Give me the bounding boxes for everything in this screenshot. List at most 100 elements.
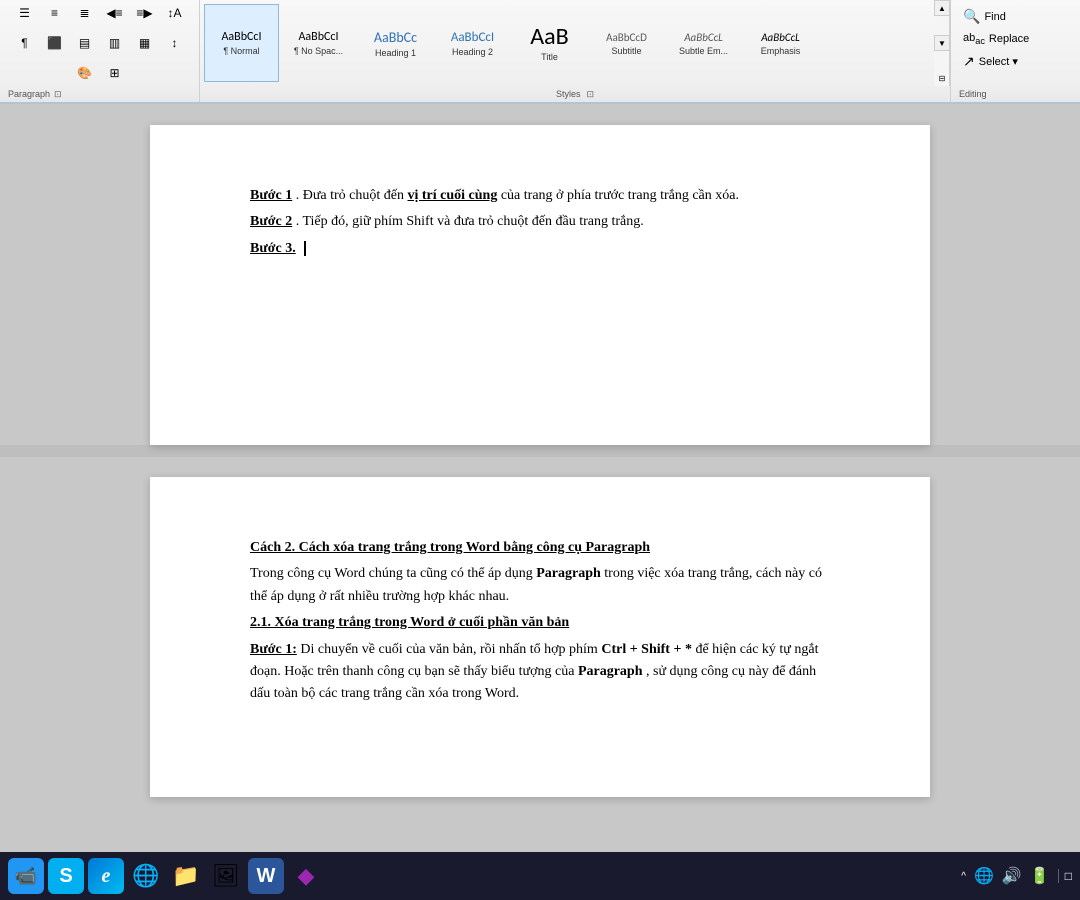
taskbar-explorer[interactable]: 📁 [168,858,204,894]
styles-label: Styles [556,89,581,99]
s21-paragraph-bold: Paragraph [578,664,643,679]
buoc2-text: . Tiếp đó, giữ phím Shift và đưa trỏ chu… [296,214,644,229]
cach2-bold: Cách 2. Cách xóa trang trắng trong Word … [250,540,650,555]
list-multilevel-icon[interactable]: ≣ [71,0,99,27]
style-nospace[interactable]: AaBbCcI ¶ No Spac... [281,4,356,82]
style-h1-label: Heading 1 [375,48,416,58]
style-normal[interactable]: AaBbCcI ¶ Normal [204,4,279,82]
buoc3-underline: Bước 3. [250,241,296,256]
style-h1-preview: AaBbCc [374,29,417,46]
paragraph-icons: ☰ ≡ ≣ ◀≡ ≡▶ ↕A ¶ ⬛ ▤ ▥ ▦ ↕ 🎨 ⊞ [4,0,195,87]
find-icon: 🔍 [963,8,980,25]
scroll-down-button[interactable]: ▼ [934,35,950,51]
style-nospace-label: ¶ No Spac... [294,46,343,56]
network-icon[interactable]: 🌐 [974,866,994,886]
desc-text1: Trong công cụ Word chúng ta cũng có thể … [250,566,536,581]
taskbar-skype[interactable]: S [48,858,84,894]
find-button[interactable]: 🔍 Find [959,6,1072,27]
edge-icon: e [102,865,111,888]
buoc1-text2: của trang ở phía trước trang trắng cần x… [501,188,739,203]
indent-decrease-icon[interactable]: ◀≡ [101,0,129,27]
scroll-up-button[interactable]: ▲ [934,0,950,16]
taskbar-photos[interactable]: 🖼 [208,858,244,894]
align-justify-icon[interactable]: ▦ [131,29,159,57]
shading-icon[interactable]: 🎨 [71,59,99,87]
taskbar-app8[interactable]: ◆ [288,858,324,894]
paragraph-label: Paragraph [8,89,50,99]
buoc2-underline: Bước 2 [250,214,292,229]
indent-increase-icon[interactable]: ≡▶ [131,0,159,27]
word-icon: W [257,865,276,888]
taskbar-word[interactable]: W [248,858,284,894]
select-label: Select ▾ [979,55,1018,68]
page-gap [0,445,1080,457]
paragraph-cach2: Cách 2. Cách xóa trang trắng trong Word … [250,537,830,559]
page-1: Bước 1 . Đưa trỏ chuột đến vị trí cuối c… [150,125,930,445]
style-title[interactable]: AaB Title [512,4,587,82]
sort-icon[interactable]: ↕A [161,0,189,27]
list-numbered-icon[interactable]: ≡ [41,0,69,27]
show-desktop-button[interactable]: □ [1058,869,1072,883]
style-subtle-em-preview: AaBbCcL [684,31,723,44]
paragraph-section-label-area: Paragraph ⊡ [0,86,200,102]
editing-section: 🔍 Find abac Replace ↗ Select ▾ [950,0,1080,86]
style-subtitle[interactable]: AaBbCcD Subtitle [589,4,664,82]
paragraph-21: 2.1. Xóa trang trắng trong Word ở cuối p… [250,612,830,634]
paragraph-desc: Trong công cụ Word chúng ta cũng có thể … [250,563,830,608]
buoc2-bold: Bước 2 [250,214,296,229]
replace-button[interactable]: abac Replace [959,30,1072,48]
p21-underline: 2.1. Xóa trang trắng trong Word ở cuối p… [250,615,569,630]
styles-section: AaBbCcI ¶ Normal AaBbCcI ¶ No Spac... Aa… [200,0,934,86]
document-area[interactable]: Bước 1 . Đưa trỏ chuột đến vị trí cuối c… [0,105,1080,852]
border-icon[interactable]: ⊞ [101,59,129,87]
chevron-icon[interactable]: ^ [961,871,966,882]
buoc1-vitri-underline: vị trí cuối cùng [408,188,498,203]
chrome-icon: 🌐 [132,863,159,889]
paragraph-buoc1: Bước 1 . Đưa trỏ chuột đến vị trí cuối c… [250,185,830,207]
taskbar-chrome[interactable]: 🌐 [128,858,164,894]
select-button[interactable]: ↗ Select ▾ [959,51,1072,72]
pilcrow-icon[interactable]: ¶ [11,29,39,57]
battery-icon[interactable]: 🔋 [1030,866,1050,886]
style-h2-label: Heading 2 [452,47,493,57]
select-icon: ↗ [963,53,975,70]
styles-expand-icon[interactable]: ⊡ [586,89,594,100]
taskbar: 📹 S e 🌐 📁 🖼 W ◆ ^ 🌐 🔊 🔋 □ [0,852,1080,900]
styles-section-label-area: Styles ⊡ [200,89,950,100]
style-subtle-em[interactable]: AaBbCcL Subtle Em... [666,4,741,82]
align-right-icon[interactable]: ▥ [101,29,129,57]
style-emphasis-preview: AaBbCcL [761,31,800,44]
align-left-icon[interactable]: ⬛ [41,29,69,57]
taskbar-edge[interactable]: e [88,858,124,894]
s21-text1: Di chuyển về cuối của văn bản, rồi nhấn … [300,642,601,657]
style-h2-preview: AaBbCcI [451,30,494,45]
taskbar-zoom[interactable]: 📹 [8,858,44,894]
volume-icon[interactable]: 🔊 [1002,866,1022,886]
align-center-icon[interactable]: ▤ [71,29,99,57]
style-heading1[interactable]: AaBbCc Heading 1 [358,4,433,82]
paragraph-s21-buoc1: Bước 1: Di chuyển về cuối của văn bản, r… [250,639,830,706]
list-bullet-icon[interactable]: ☰ [11,0,39,27]
skype-icon: S [59,865,72,888]
page-1-content: Bước 1 . Đưa trỏ chuột đến vị trí cuối c… [250,185,830,260]
s21-keys-bold: Ctrl + Shift + * [601,642,692,657]
explorer-icon: 📁 [172,863,199,889]
style-normal-preview: AaBbCcI [221,30,261,44]
p21-bold: 2.1. Xóa trang trắng trong Word ở cuối p… [250,615,569,630]
ribbon-paragraph-section: ☰ ≡ ≣ ◀≡ ≡▶ ↕A ¶ ⬛ ▤ ▥ ▦ ↕ 🎨 ⊞ [0,0,200,86]
style-heading2[interactable]: AaBbCcI Heading 2 [435,4,510,82]
style-subtle-em-label: Subtle Em... [679,46,728,56]
style-nospace-preview: AaBbCcI [298,30,338,44]
buoc1-text1: . Đưa trỏ chuột đến [296,188,408,203]
photos-icon: 🖼 [212,863,240,889]
style-emphasis-label: Emphasis [761,46,801,56]
buoc1-vitri-bold: vị trí cuối cùng [408,188,501,203]
styles-expand-button[interactable]: ⊟ [934,70,950,86]
line-spacing-icon[interactable]: ↕ [161,29,189,57]
replace-icon: abac [963,32,985,46]
find-label: Find [984,11,1005,23]
ribbon-top: ☰ ≡ ≣ ◀≡ ≡▶ ↕A ¶ ⬛ ▤ ▥ ▦ ↕ 🎨 ⊞ [0,0,1080,87]
paragraph-expand-icon[interactable]: ⊡ [54,89,62,100]
style-emphasis[interactable]: AaBbCcL Emphasis [743,4,818,82]
zoom-icon: 📹 [15,866,37,887]
